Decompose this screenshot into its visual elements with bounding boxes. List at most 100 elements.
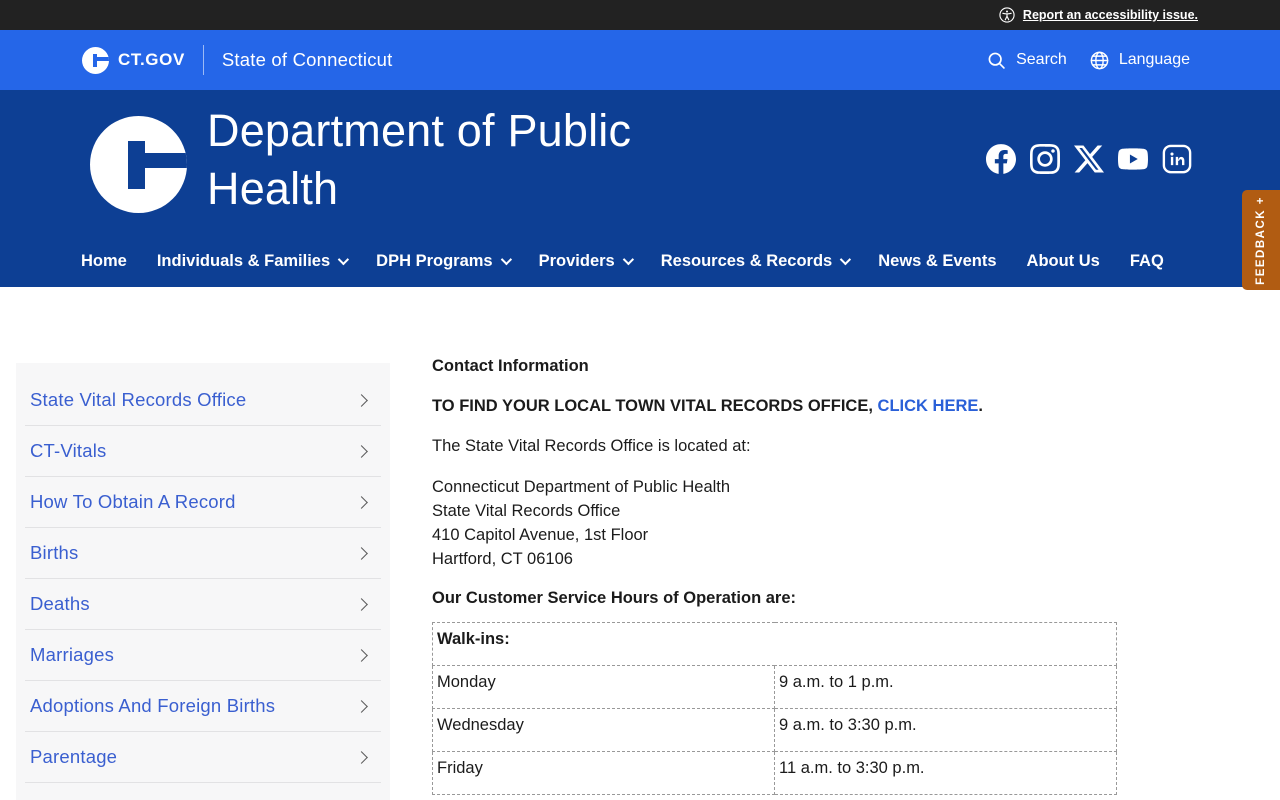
sidebar-item-label: Adoptions And Foreign Births bbox=[30, 695, 276, 716]
agency-title[interactable]: Department of Public Health bbox=[207, 102, 767, 218]
sidebar-item[interactable]: Marriages bbox=[16, 630, 390, 680]
chevron-right-icon bbox=[355, 750, 368, 764]
chevron-right-icon bbox=[355, 648, 368, 662]
table-row-header: Walk-ins: bbox=[432, 622, 1117, 666]
sidebar-item-label: Deaths bbox=[30, 593, 90, 614]
find-office-suffix: . bbox=[978, 397, 983, 415]
chevron-down-icon bbox=[500, 253, 512, 265]
report-accessibility-label: Report an accessibility issue. bbox=[1022, 8, 1198, 22]
search-label: Search bbox=[1016, 51, 1067, 68]
click-here-link[interactable]: CLICK HERE bbox=[878, 397, 979, 415]
address-line: Connecticut Department of Public Health bbox=[432, 478, 731, 496]
ctgov-brand[interactable]: CT.GOV bbox=[82, 46, 185, 74]
sidebar-item-label: Births bbox=[30, 542, 79, 563]
address-line: 410 Capitol Avenue, 1st Floor bbox=[432, 526, 649, 544]
chevron-down-icon bbox=[622, 253, 634, 265]
sidebar-item-label: Marriages bbox=[30, 644, 115, 665]
sidebar-item[interactable]: Gender Change bbox=[16, 783, 390, 800]
table-row: Friday 11 a.m. to 3:30 p.m. bbox=[432, 751, 1117, 795]
globe-icon bbox=[1090, 51, 1109, 69]
find-office-prefix: TO FIND YOUR LOCAL TOWN VITAL RECORDS OF… bbox=[432, 397, 878, 415]
header-divider bbox=[202, 45, 204, 75]
hours-table: Walk-ins: Monday 9 a.m. to 1 p.m. Wednes… bbox=[432, 622, 1117, 795]
nav-item[interactable]: FAQ bbox=[1130, 252, 1164, 271]
sidebar-item[interactable]: How To Obtain A Record bbox=[16, 477, 390, 527]
chevron-right-icon bbox=[355, 699, 368, 713]
table-row: Monday 9 a.m. to 1 p.m. bbox=[432, 665, 1117, 709]
nav-item[interactable]: About Us bbox=[1027, 252, 1100, 271]
search-button[interactable]: Search bbox=[986, 50, 1067, 71]
located-at-line: The State Vital Records Office is locate… bbox=[432, 437, 751, 455]
accessibility-icon bbox=[999, 7, 1015, 23]
sidebar-item[interactable]: State Vital Records Office bbox=[16, 375, 390, 425]
nav-item-label: DPH Programs bbox=[376, 252, 493, 270]
chevron-down-icon bbox=[337, 253, 350, 265]
search-icon bbox=[988, 52, 1005, 69]
nav-item-label: FAQ bbox=[1129, 252, 1164, 270]
nav-item-label: Home bbox=[81, 252, 127, 270]
nav-item[interactable]: Resources & Records bbox=[660, 252, 852, 271]
chevron-right-icon bbox=[355, 546, 368, 560]
sidebar-item-label: State Vital Records Office bbox=[30, 389, 247, 410]
find-office-line: TO FIND YOUR LOCAL TOWN VITAL RECORDS OF… bbox=[432, 395, 1117, 417]
language-button[interactable]: Language bbox=[1089, 50, 1190, 71]
facebook-icon[interactable] bbox=[986, 144, 1016, 174]
nav-item[interactable]: Home bbox=[81, 252, 127, 271]
sidebar-item[interactable]: CT-Vitals bbox=[16, 426, 390, 476]
agency-logo-icon bbox=[90, 116, 187, 213]
sidebar-item-label: Parentage bbox=[30, 746, 118, 767]
x-twitter-icon[interactable] bbox=[1074, 144, 1104, 174]
chevron-down-icon bbox=[839, 253, 852, 265]
brand-name: CT.GOV bbox=[118, 50, 185, 69]
chevron-right-icon bbox=[355, 495, 368, 509]
chevron-right-icon bbox=[355, 597, 368, 611]
day-cell: Friday bbox=[432, 751, 775, 795]
hours-heading: Our Customer Service Hours of Operation … bbox=[432, 589, 797, 607]
state-header: CT.GOV State of Connecticut Search Langu… bbox=[0, 30, 1280, 90]
sidebar-item[interactable]: Parentage bbox=[16, 732, 390, 782]
nav-item[interactable]: Providers bbox=[538, 252, 634, 271]
address-line: State Vital Records Office bbox=[432, 502, 621, 520]
sidebar-item[interactable]: Deaths bbox=[16, 579, 390, 629]
day-cell: Monday bbox=[432, 665, 775, 709]
chevron-right-icon bbox=[355, 444, 368, 458]
primary-nav: Home Individuals & Families DPH Programs… bbox=[81, 252, 1164, 271]
address-line: Hartford, CT 06106 bbox=[432, 550, 573, 568]
feedback-label: FEEDBACK + bbox=[1255, 195, 1267, 285]
nav-item-label: About Us bbox=[1026, 252, 1100, 270]
social-links bbox=[986, 144, 1192, 174]
sidebar-item-label: CT-Vitals bbox=[30, 440, 107, 461]
language-label: Language bbox=[1118, 51, 1190, 68]
nav-item[interactable]: News & Events bbox=[878, 252, 996, 271]
nav-item-label: News & Events bbox=[878, 252, 997, 270]
feedback-tab[interactable]: FEEDBACK + bbox=[1242, 190, 1280, 290]
day-cell: Wednesday bbox=[432, 708, 775, 752]
time-cell: 9 a.m. to 1 p.m. bbox=[774, 665, 1117, 709]
time-cell: 9 a.m. to 3:30 p.m. bbox=[774, 708, 1117, 752]
address-block: Connecticut Department of Public Health S… bbox=[432, 475, 1117, 571]
agency-banner: Department of Public Health Home Individ… bbox=[0, 90, 1280, 287]
sidebar-item[interactable]: Births bbox=[16, 528, 390, 578]
site-name: State of Connecticut bbox=[221, 49, 393, 70]
youtube-icon[interactable] bbox=[1118, 144, 1148, 174]
chevron-right-icon bbox=[355, 393, 368, 407]
instagram-icon[interactable] bbox=[1030, 144, 1060, 174]
walkins-header-cell: Walk-ins: bbox=[432, 622, 1117, 666]
page-content: State Vital Records Office CT-Vitals How… bbox=[0, 287, 1280, 800]
nav-item[interactable]: Individuals & Families bbox=[156, 252, 350, 271]
linkedin-icon[interactable] bbox=[1162, 144, 1192, 174]
sidebar-item-label: How To Obtain A Record bbox=[30, 491, 236, 512]
main-content: Contact Information TO FIND YOUR LOCAL T… bbox=[432, 355, 1117, 795]
report-accessibility-link[interactable]: Report an accessibility issue. bbox=[999, 7, 1198, 23]
nav-item-label: Resources & Records bbox=[660, 252, 833, 270]
contact-heading: Contact Information bbox=[432, 357, 589, 375]
utility-bar: Report an accessibility issue. bbox=[0, 0, 1280, 30]
time-cell: 11 a.m. to 3:30 p.m. bbox=[774, 751, 1117, 795]
nav-item[interactable]: DPH Programs bbox=[376, 252, 512, 271]
nav-item-label: Providers bbox=[538, 252, 615, 270]
sidebar-item[interactable]: Adoptions And Foreign Births bbox=[16, 681, 390, 731]
section-sidebar: State Vital Records Office CT-Vitals How… bbox=[16, 363, 390, 800]
nav-item-label: Individuals & Families bbox=[156, 252, 331, 270]
ctgov-logo-icon bbox=[82, 46, 109, 74]
table-row: Wednesday 9 a.m. to 3:30 p.m. bbox=[432, 708, 1117, 752]
